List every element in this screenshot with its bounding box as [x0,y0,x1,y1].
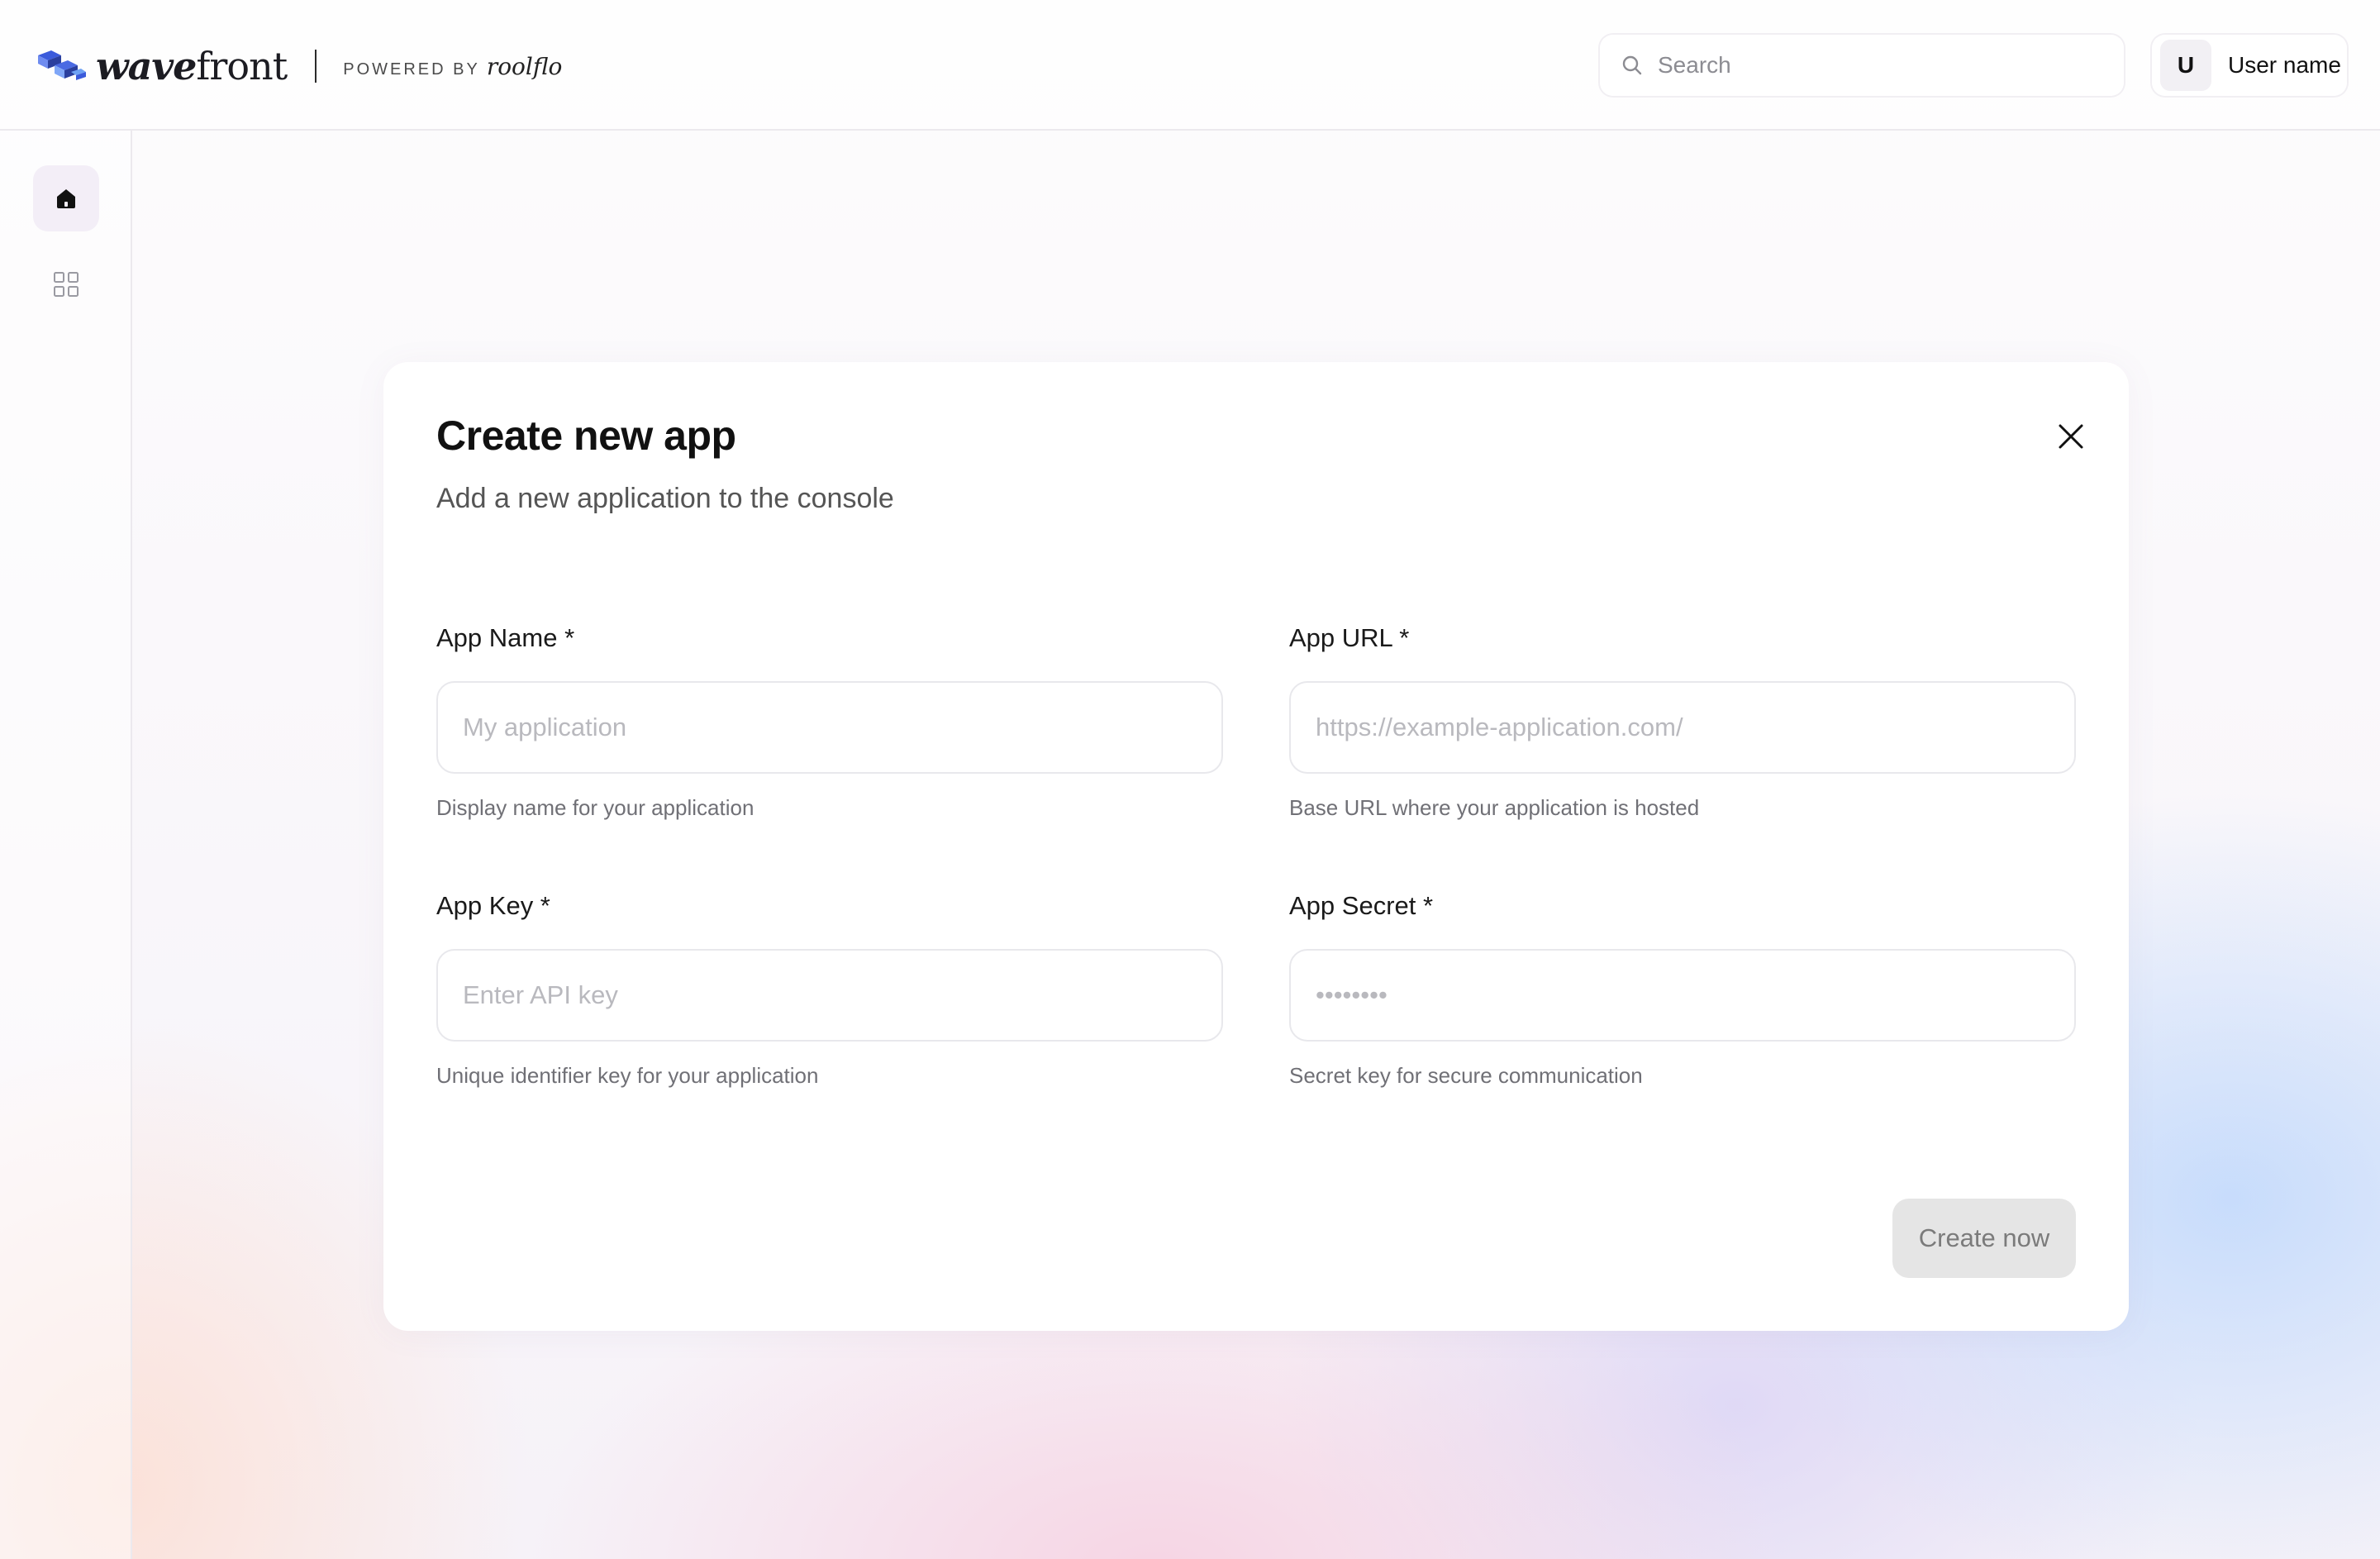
brand-name: wavefront [96,44,288,88]
powered-by-text: POWERED BY [343,60,480,79]
brand[interactable]: wavefront POWERED BY roolflo [36,43,562,89]
app-name-help: Display name for your application [436,795,754,820]
app-secret-input[interactable] [1289,949,2076,1042]
close-icon [2059,424,2083,449]
search-icon [1622,55,1642,75]
app-url-input[interactable] [1289,681,2076,774]
modal-title: Create new app [436,412,736,459]
sidebar [0,131,132,1559]
user-menu[interactable]: U User name [2152,35,2347,96]
close-button[interactable] [2046,412,2096,461]
create-now-button[interactable]: Create now [1892,1199,2076,1278]
powered-by: POWERED BY roolflo [343,53,562,80]
grid-icon [54,272,79,297]
sidebar-item-home[interactable] [33,165,99,231]
wavefront-logo-icon [38,50,86,80]
user-name: User name [2228,52,2341,78]
search-box[interactable] [1600,35,2124,96]
brand-name-part1: wave [96,44,197,88]
sidebar-item-apps[interactable] [33,251,99,317]
app-secret-help: Secret key for secure communication [1289,1063,1643,1088]
app-key-input[interactable] [436,949,1223,1042]
app-background: wavefront POWERED BY roolflo U User name [0,0,2380,1559]
app-key-label: App Key * [436,891,550,920]
search-input[interactable] [1656,51,2106,79]
create-app-modal: Create new app Add a new application to … [383,362,2129,1331]
app-secret-label: App Secret * [1289,891,1434,920]
powered-by-brand: roolflo [486,52,563,80]
app-name-label: App Name * [436,623,575,652]
app-url-help: Base URL where your application is hoste… [1289,795,1700,820]
app-key-help: Unique identifier key for your applicati… [436,1063,819,1088]
brand-divider [315,50,317,83]
brand-name-part2: front [196,44,288,88]
top-header: wavefront POWERED BY roolflo U User name [0,0,2380,131]
modal-subtitle: Add a new application to the console [436,483,894,514]
home-icon [57,189,75,208]
app-name-input[interactable] [436,681,1223,774]
app-url-label: App URL * [1289,623,1410,652]
avatar: U [2160,40,2211,91]
